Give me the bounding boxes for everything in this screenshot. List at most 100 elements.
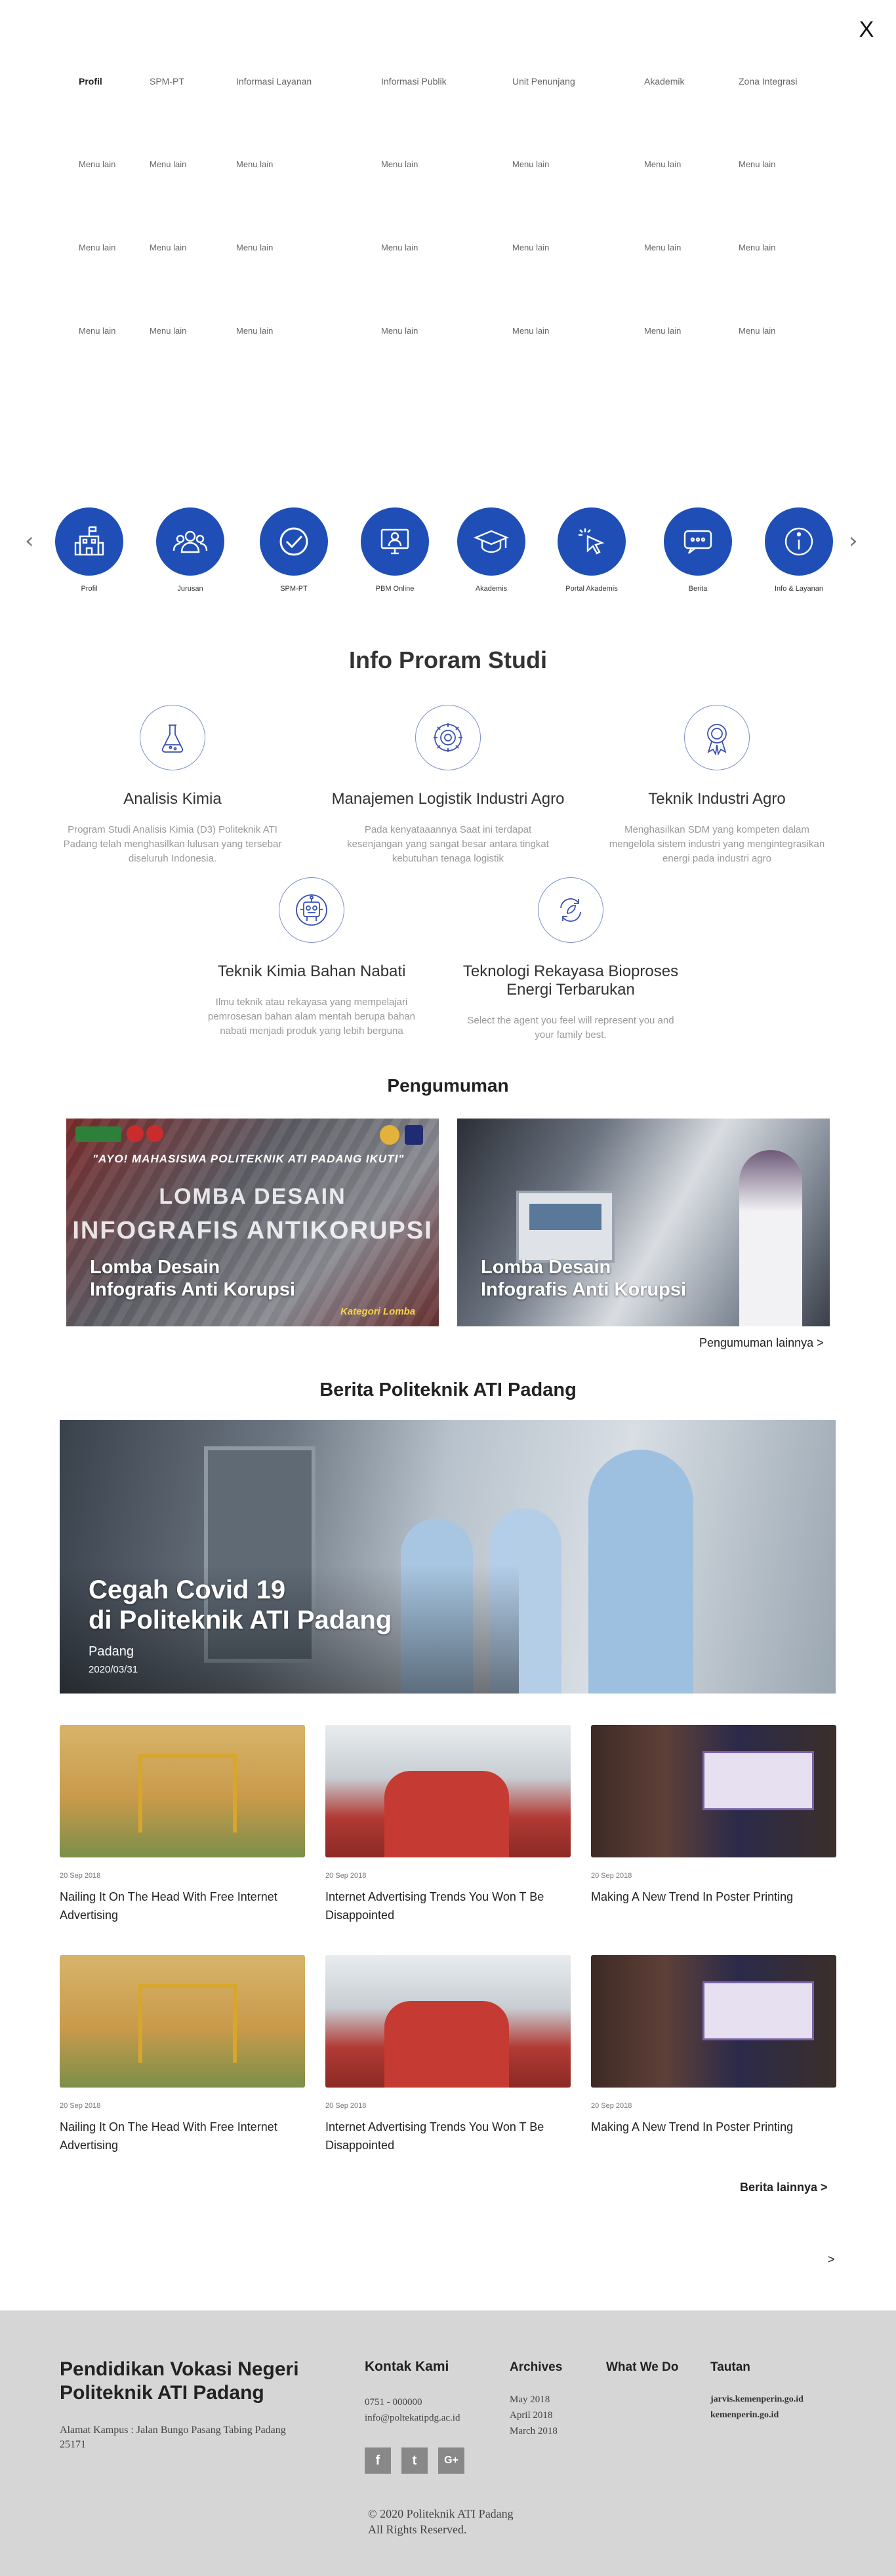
- announcement-card-2[interactable]: Lomba Desain Infografis Anti Korupsi: [457, 1119, 830, 1326]
- equipment-shape: [138, 1754, 237, 1833]
- program-teknik-kimia-bahan-nabati[interactable]: Teknik Kimia Bahan Nabati Ilmu teknik at…: [190, 877, 433, 1039]
- quicklink-portal-akademis[interactable]: Portal Akademis: [558, 507, 626, 593]
- quicklink-pbm-online[interactable]: PBM Online: [361, 507, 429, 593]
- quicklink-info-layanan[interactable]: Info & Layanan: [765, 507, 833, 593]
- menu-head-informasi-publik[interactable]: Informasi Publik: [381, 75, 447, 88]
- quicklink-berita[interactable]: Berita: [664, 507, 732, 593]
- news-card[interactable]: 20 Sep 2018 Internet Advertising Trends …: [325, 1725, 571, 1924]
- award-icon: [684, 705, 750, 770]
- program-title: Manajemen Logistik Industri Agro: [331, 790, 565, 808]
- news-card[interactable]: 20 Sep 2018 Making A New Trend In Poster…: [591, 1725, 836, 1906]
- quicklink-label: Info & Layanan: [774, 585, 823, 593]
- announcement-caption: Lomba Desain Infografis Anti Korupsi: [90, 1256, 295, 1301]
- scientist-figure: [739, 1150, 802, 1326]
- featured-news-card[interactable]: Cegah Covid 19 di Politeknik ATI Padang …: [60, 1420, 836, 1694]
- pagination-next-link[interactable]: >: [828, 2253, 835, 2267]
- footer-address: Alamat Kampus : Jalan Bungo Pasang Tabin…: [60, 2425, 286, 2450]
- menu-item[interactable]: Menu lain: [739, 241, 798, 254]
- carousel-prev-arrow[interactable]: ‹: [25, 530, 34, 552]
- menu-item[interactable]: Menu lain: [739, 325, 798, 338]
- quicklink-akademis[interactable]: Akademis: [457, 507, 525, 593]
- news-date: 20 Sep 2018: [60, 1872, 101, 1880]
- menu-head-zona-integrasi[interactable]: Zona Integrasi: [739, 75, 798, 88]
- menu-item[interactable]: Menu lain: [79, 158, 115, 171]
- news-date: 20 Sep 2018: [60, 2102, 101, 2110]
- menu-item[interactable]: Menu lain: [236, 241, 312, 254]
- footer-link[interactable]: kemenperin.go.id: [710, 2410, 779, 2421]
- news-thumbnail: [591, 1955, 836, 2088]
- menu-item[interactable]: Menu lain: [150, 241, 186, 254]
- program-title: Teknik Industri Agro: [648, 790, 786, 808]
- logo-seal: [405, 1125, 423, 1145]
- close-menu-icon[interactable]: X: [857, 18, 876, 41]
- footer-link[interactable]: jarvis.kemenperin.go.id: [710, 2394, 804, 2405]
- menu-head-akademik[interactable]: Akademik: [644, 75, 684, 88]
- menu-column-zona-integrasi: Zona Integrasi Menu lain Menu lain Menu …: [739, 75, 798, 338]
- facebook-icon[interactable]: f: [365, 2447, 391, 2474]
- archive-link[interactable]: March 2018: [510, 2426, 558, 2437]
- lab-equipment-panel: [529, 1204, 601, 1230]
- featured-news-headline: Cegah Covid 19 di Politeknik ATI Padang: [89, 1575, 392, 1635]
- footer-brand-line: Politeknik ATI Padang: [60, 2382, 264, 2404]
- caption-line: Lomba Desain: [481, 1257, 611, 1278]
- program-title: Analisis Kimia: [123, 790, 222, 808]
- menu-item[interactable]: Menu lain: [512, 241, 575, 254]
- program-analisis-kimia[interactable]: Analisis Kimia Program Studi Analisis Ki…: [51, 705, 294, 866]
- menu-head-profil[interactable]: Profil: [79, 75, 115, 88]
- workers-shape: [384, 1771, 509, 1857]
- quicklink-label: Berita: [688, 585, 708, 593]
- quicklink-profil[interactable]: Profil: [55, 507, 123, 593]
- menu-item[interactable]: Menu lain: [512, 325, 575, 338]
- menu-item[interactable]: Menu lain: [644, 158, 684, 171]
- logo-seal: [127, 1125, 144, 1142]
- menu-item[interactable]: Menu lain: [150, 325, 186, 338]
- menu-item[interactable]: Menu lain: [512, 158, 575, 171]
- news-card[interactable]: 20 Sep 2018 Internet Advertising Trends …: [325, 1955, 571, 2154]
- archive-link[interactable]: May 2018: [510, 2394, 550, 2406]
- menu-head-spm-pt[interactable]: SPM-PT: [150, 75, 186, 88]
- archive-link[interactable]: April 2018: [510, 2410, 552, 2421]
- menu-column-akademik: Akademik Menu lain Menu lain Menu lain: [644, 75, 684, 338]
- carousel-next-arrow[interactable]: ›: [849, 530, 858, 552]
- footer-brand-line: Pendidikan Vokasi Negeri: [60, 2358, 299, 2380]
- twitter-icon[interactable]: t: [401, 2447, 428, 2474]
- menu-item[interactable]: Menu lain: [150, 158, 186, 171]
- footer-email[interactable]: info@poltekatipdg.ac.id: [365, 2413, 460, 2424]
- caption-line: Lomba Desain: [90, 1257, 220, 1278]
- news-card[interactable]: 20 Sep 2018 Nailing It On The Head With …: [60, 1725, 305, 1924]
- announcements-more-link[interactable]: Pengumuman lainnya >: [699, 1336, 824, 1350]
- quicklink-label: Jurusan: [177, 585, 203, 593]
- menu-item[interactable]: Menu lain: [236, 158, 312, 171]
- menu-item[interactable]: Menu lain: [381, 325, 447, 338]
- quicklink-spm-pt[interactable]: SPM-PT: [260, 507, 328, 593]
- quicklink-label: Portal Akademis: [565, 585, 618, 593]
- news-card[interactable]: 20 Sep 2018 Nailing It On The Head With …: [60, 1955, 305, 2154]
- menu-item[interactable]: Menu lain: [236, 325, 312, 338]
- menu-head-informasi-layanan[interactable]: Informasi Layanan: [236, 75, 312, 88]
- news-more-link[interactable]: Berita lainnya >: [740, 2181, 828, 2194]
- poster-main-line2: INFOGRAFIS ANTIKORUPSI: [72, 1217, 433, 1244]
- menu-item[interactable]: Menu lain: [79, 325, 115, 338]
- menu-item[interactable]: Menu lain: [644, 325, 684, 338]
- news-card[interactable]: 20 Sep 2018 Making A New Trend In Poster…: [591, 1955, 836, 2136]
- program-teknik-industri-agro[interactable]: Teknik Industri Agro Menghasilkan SDM ya…: [596, 705, 838, 866]
- news-thumbnail: [591, 1725, 836, 1857]
- program-desc: Program Studi Analisis Kimia (D3) Polite…: [63, 824, 282, 864]
- copyright-line: All Rights Reserved.: [368, 2523, 467, 2536]
- menu-item[interactable]: Menu lain: [79, 241, 115, 254]
- menu-item[interactable]: Menu lain: [381, 158, 447, 171]
- program-manajemen-logistik[interactable]: Manajemen Logistik Industri Agro Pada ke…: [327, 705, 569, 866]
- program-desc: Pada kenyataaannya Saat ini terdapat kes…: [347, 824, 549, 864]
- headline-line: di Politeknik ATI Padang: [89, 1606, 392, 1635]
- menu-item[interactable]: Menu lain: [739, 158, 798, 171]
- program-teknologi-rekayasa-bioproses[interactable]: Teknologi Rekayasa Bioproses Energi Terb…: [449, 877, 692, 1042]
- chat-bubble-icon: [664, 507, 732, 576]
- news-date: 20 Sep 2018: [325, 1872, 367, 1880]
- menu-item[interactable]: Menu lain: [381, 241, 447, 254]
- menu-head-unit-penunjang[interactable]: Unit Penunjang: [512, 75, 575, 88]
- program-desc: Select the agent you feel will represent…: [467, 1015, 674, 1040]
- google-plus-icon[interactable]: G+: [438, 2447, 464, 2474]
- announcement-card-1[interactable]: "AYO! MAHASISWA POLITEKNIK ATI PADANG IK…: [66, 1119, 439, 1326]
- quicklink-jurusan[interactable]: Jurusan: [156, 507, 224, 593]
- menu-item[interactable]: Menu lain: [644, 241, 684, 254]
